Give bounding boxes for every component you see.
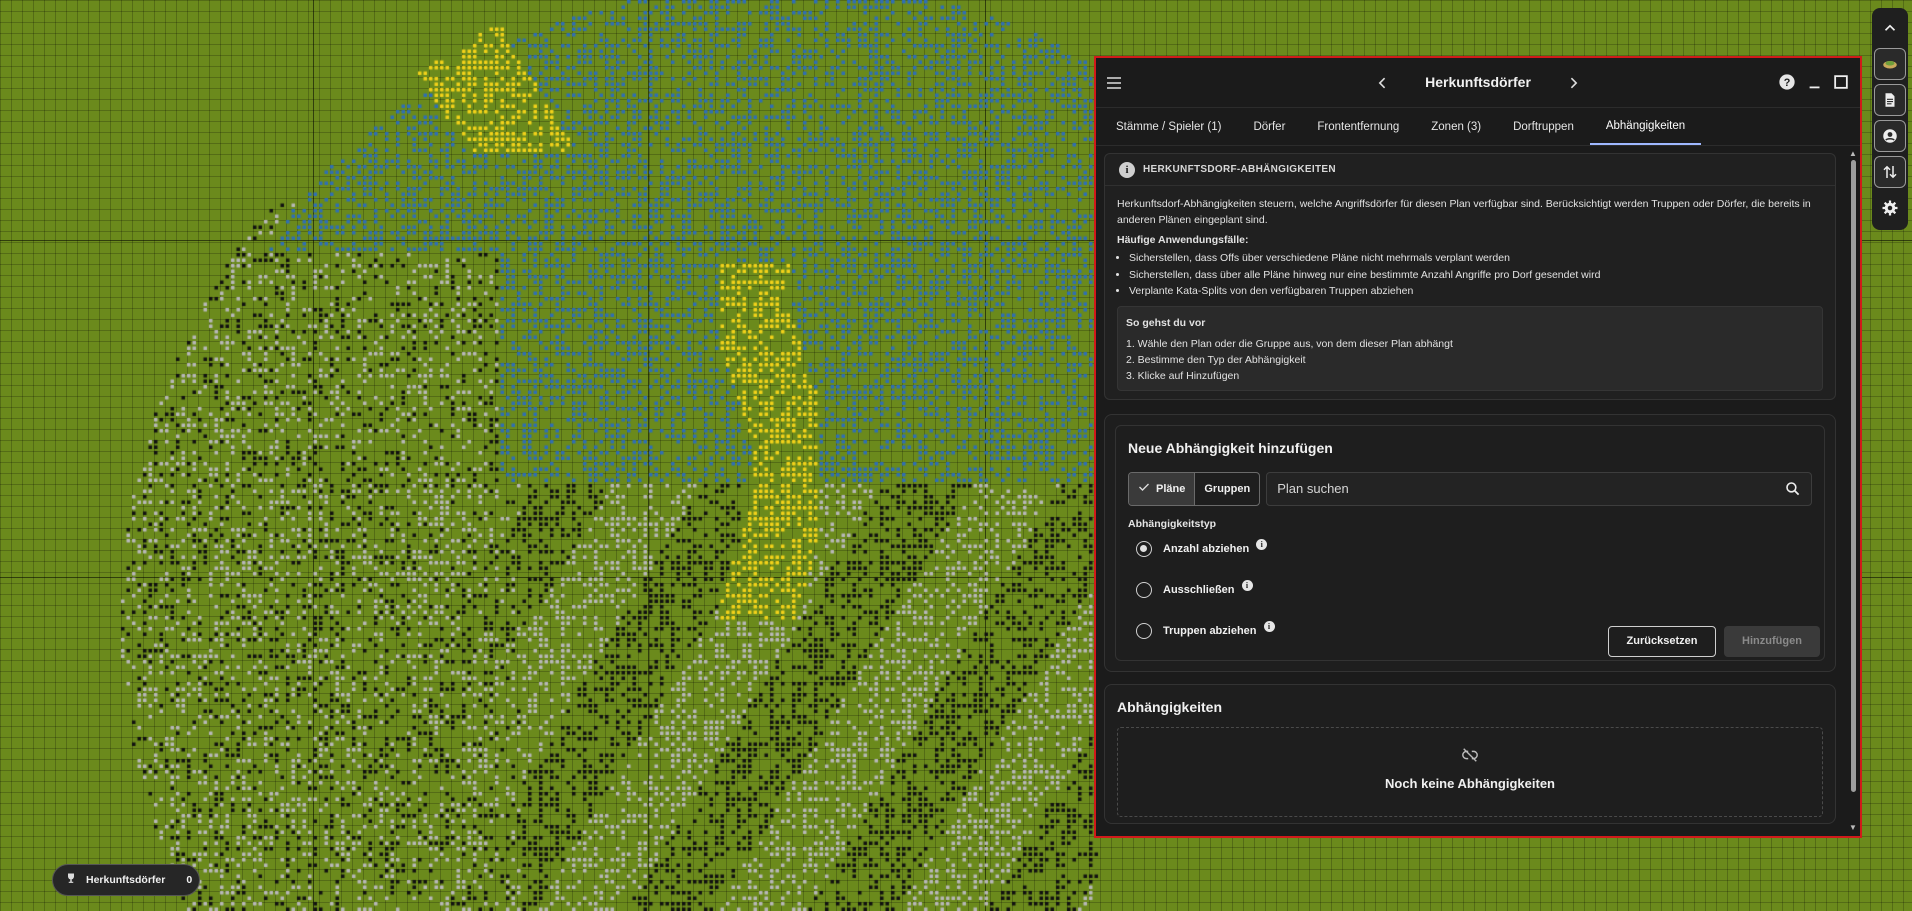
scroll-up-arrow[interactable]: ▲	[1848, 150, 1858, 158]
link-off-icon	[1461, 746, 1479, 764]
add-dependency-title: Neue Abhängigkeit hinzufügen	[1128, 439, 1333, 456]
groups-toggle-button[interactable]: Gruppen	[1195, 473, 1259, 505]
panel-body: i HERKUNFTSDORF-ABHÄNGIGKEITEN Herkunfts…	[1096, 147, 1848, 836]
use-case-item: Sicherstellen, dass Offs über verschiede…	[1129, 250, 1823, 267]
reset-button[interactable]: Zurücksetzen	[1608, 625, 1716, 657]
add-button[interactable]: Hinzufügen	[1724, 625, 1820, 657]
use-cases-list: Sicherstellen, dass Offs über verschiede…	[1117, 250, 1823, 300]
step-item: 1. Wähle den Plan oder die Gruppe aus, v…	[1126, 337, 1453, 350]
document-icon[interactable]	[1874, 84, 1906, 116]
tab-villages[interactable]: Dörfer	[1237, 108, 1301, 145]
empty-state-text: Noch keine Abhängigkeiten	[1385, 775, 1555, 791]
dependencies-card: Abhängigkeiten Noch keine Abhängigkeiten	[1104, 683, 1836, 824]
info-card: i HERKUNFTSDORF-ABHÄNGIGKEITEN Herkunfts…	[1104, 153, 1836, 400]
plan-search-box	[1266, 471, 1812, 506]
use-case-item: Verplante Kata-Splits von den verfügbare…	[1129, 283, 1823, 300]
panel-tabs: Stämme / Spieler (1) Dörfer Frontentfern…	[1096, 108, 1860, 146]
plans-groups-toggle: Pläne Gruppen	[1128, 471, 1261, 506]
info-icon[interactable]: i	[1256, 539, 1268, 550]
tab-front-distance[interactable]: Frontentfernung	[1301, 108, 1415, 145]
dependency-type-label: Abhängigkeitstyp	[1128, 517, 1217, 530]
gear-icon[interactable]	[1874, 192, 1906, 224]
info-icon: i	[1119, 161, 1135, 178]
check-icon	[1138, 481, 1150, 496]
radio-button[interactable]	[1136, 540, 1152, 557]
trophy-icon	[65, 871, 77, 889]
right-toolbar	[1872, 8, 1908, 230]
origin-villages-panel: Herkunftsdörfer ? Stämme / Spieler (1) D…	[1094, 56, 1862, 838]
info-card-header: i HERKUNFTSDORF-ABHÄNGIGKEITEN	[1105, 154, 1835, 186]
radio-label: Anzahl abziehen	[1163, 542, 1250, 555]
step-item: 3. Klicke auf Hinzufügen	[1126, 369, 1240, 382]
badge-count: 0	[186, 874, 193, 886]
radio-label: Truppen abziehen	[1163, 624, 1257, 637]
dependencies-title: Abhängigkeiten	[1117, 698, 1223, 715]
info-icon[interactable]: i	[1263, 621, 1275, 632]
origin-villages-badge[interactable]: Herkunftsdörfer 0	[52, 864, 200, 896]
info-card-body: Herkunftsdorf-Abhängigkeiten steuern, we…	[1105, 186, 1835, 399]
steps-title: So gehst du vor	[1126, 316, 1206, 329]
map-layers-icon[interactable]	[1874, 48, 1906, 80]
tab-dependencies[interactable]: Abhängigkeiten	[1589, 108, 1702, 145]
menu-icon[interactable]	[1104, 73, 1124, 93]
tab-village-troops[interactable]: Dorftruppen	[1497, 108, 1590, 145]
radio-option-exclude[interactable]: Ausschließen i	[1136, 579, 1812, 601]
info-card-title: HERKUNFTSDORF-ABHÄNGIGKEITEN	[1143, 164, 1336, 175]
search-row: Pläne Gruppen	[1128, 471, 1812, 506]
plans-toggle-button[interactable]: Pläne	[1129, 472, 1196, 505]
maximize-icon[interactable]	[1832, 73, 1850, 91]
scrollbar-thumb[interactable]	[1851, 160, 1856, 792]
account-circle-icon[interactable]	[1874, 120, 1906, 152]
radio-option-subtract-count[interactable]: Anzahl abziehen i	[1136, 538, 1812, 560]
tab-tribes-players[interactable]: Stämme / Spieler (1)	[1100, 108, 1237, 145]
badge-label: Herkunftsdörfer	[86, 874, 166, 886]
step-item: 2. Bestimme den Typ der Abhängigkeit	[1126, 353, 1306, 366]
search-icon[interactable]	[1785, 481, 1801, 497]
plan-search-input[interactable]	[1277, 481, 1785, 496]
plans-toggle-label: Pläne	[1156, 482, 1186, 495]
add-dependency-card: Neue Abhängigkeit hinzufügen Pläne Grupp…	[1104, 413, 1836, 672]
steps-box: So gehst du vor 1. Wähle den Plan oder d…	[1117, 305, 1823, 391]
chevron-right-icon[interactable]	[1562, 72, 1584, 94]
use-case-item: Sicherstellen, dass über alle Pläne hinw…	[1129, 267, 1823, 284]
help-icon[interactable]: ?	[1778, 73, 1796, 91]
chevron-up-icon[interactable]	[1874, 12, 1906, 44]
radio-button[interactable]	[1136, 581, 1152, 598]
tab-zones[interactable]: Zonen (3)	[1415, 108, 1497, 145]
dependencies-empty-state: Noch keine Abhängigkeiten	[1117, 726, 1823, 817]
radio-label: Ausschließen	[1163, 583, 1235, 596]
svg-text:?: ?	[1784, 77, 1791, 89]
swap-vertical-icon[interactable]	[1874, 156, 1906, 188]
radio-button[interactable]	[1136, 622, 1152, 639]
panel-header: Herkunftsdörfer ?	[1096, 58, 1860, 108]
steps-list: 1. Wähle den Plan oder die Gruppe aus, v…	[1126, 336, 1814, 384]
add-dependency-form: Neue Abhängigkeit hinzufügen Pläne Grupp…	[1115, 424, 1825, 661]
use-cases-title: Häufige Anwendungsfälle:	[1117, 234, 1249, 246]
info-intro: Herkunftsdorf-Abhängigkeiten steuern, we…	[1117, 198, 1811, 226]
minimize-icon[interactable]	[1806, 73, 1824, 91]
info-icon[interactable]: i	[1241, 580, 1253, 591]
scroll-down-arrow[interactable]: ▼	[1848, 824, 1858, 832]
panel-title: Herkunftsdörfer	[1425, 74, 1531, 90]
groups-toggle-label: Gruppen	[1204, 482, 1251, 495]
chevron-left-icon[interactable]	[1372, 72, 1394, 94]
